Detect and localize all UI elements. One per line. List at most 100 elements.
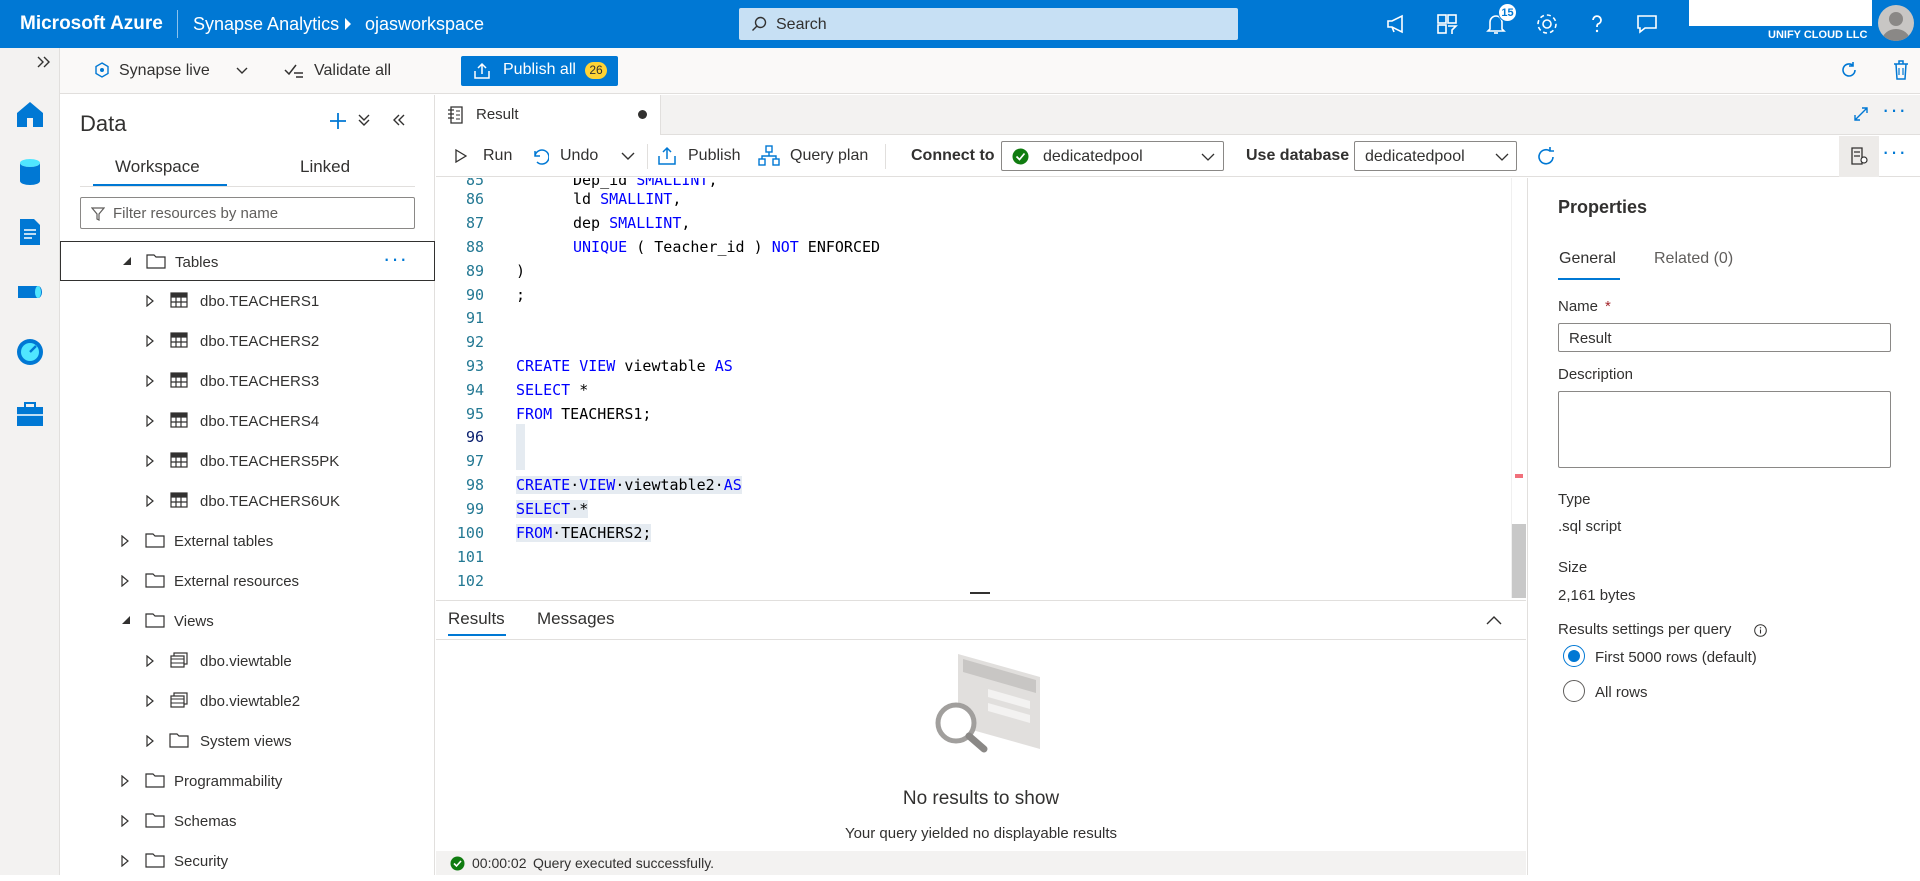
undo-button[interactable]: Undo xyxy=(560,147,598,165)
refresh-databases-icon[interactable] xyxy=(1535,146,1557,168)
collapsed-caret-icon[interactable] xyxy=(146,335,154,347)
undo-dropdown-chevron-icon[interactable] xyxy=(621,152,635,161)
properties-toggle-button[interactable] xyxy=(1839,136,1879,177)
develop-document-icon[interactable] xyxy=(14,216,46,248)
tree-item-tables[interactable]: Tables ··· xyxy=(60,241,435,281)
tree-item-external-tables[interactable]: External tables xyxy=(60,521,435,561)
tab-linked[interactable]: Linked xyxy=(300,157,350,177)
integrate-pipeline-icon[interactable] xyxy=(14,276,46,308)
validate-all-button[interactable]: Validate all xyxy=(314,62,391,80)
tree-label: Schemas xyxy=(174,813,237,830)
tree-item-table[interactable]: dbo.TEACHERS5PK xyxy=(60,441,435,481)
account-name-redacted[interactable] xyxy=(1689,0,1872,26)
tree-item-table[interactable]: dbo.TEACHERS4 xyxy=(60,401,435,441)
breadcrumb-workspace[interactable]: ojasworkspace xyxy=(365,14,484,35)
radio-first-5000-rows[interactable] xyxy=(1563,645,1585,667)
collapse-all-chevrons-icon[interactable] xyxy=(357,113,371,127)
help-icon[interactable] xyxy=(1583,10,1611,38)
avatar[interactable] xyxy=(1878,5,1914,41)
option-first-5000-rows[interactable]: First 5000 rows (default) xyxy=(1595,649,1757,666)
name-input[interactable]: Result xyxy=(1558,323,1891,352)
directory-filter-icon[interactable] xyxy=(1433,10,1461,38)
table-icon xyxy=(170,412,188,428)
tree-item-table[interactable]: dbo.TEACHERS2 xyxy=(60,321,435,361)
home-icon[interactable] xyxy=(14,98,46,130)
collapsed-caret-icon[interactable] xyxy=(146,415,154,427)
collapsed-caret-icon[interactable] xyxy=(146,455,154,467)
tab-messages[interactable]: Messages xyxy=(537,609,614,629)
connect-to-dropdown[interactable]: dedicatedpool xyxy=(1001,141,1224,171)
maximize-icon[interactable] xyxy=(1853,106,1869,122)
announcement-icon[interactable] xyxy=(1383,10,1411,38)
search-input[interactable]: Search xyxy=(739,8,1238,40)
editor-more-icon[interactable]: ··· xyxy=(1882,139,1907,165)
more-options-icon[interactable]: ··· xyxy=(383,246,408,272)
expand-rail-icon[interactable] xyxy=(37,56,51,68)
publish-button[interactable]: Publish xyxy=(688,147,740,165)
tree-label: dbo.TEACHERS1 xyxy=(200,293,320,310)
tree-item-table[interactable]: dbo.TEACHERS1 xyxy=(60,281,435,321)
tree-item-security[interactable]: Security xyxy=(60,841,435,881)
use-database-dropdown[interactable]: dedicatedpool xyxy=(1354,141,1517,171)
live-mode-chevron-down-icon[interactable] xyxy=(236,67,248,75)
collapsed-caret-icon[interactable] xyxy=(121,775,129,787)
tree-item-system-views[interactable]: System views xyxy=(60,721,435,761)
collapsed-caret-icon[interactable] xyxy=(121,855,129,867)
refresh-icon[interactable] xyxy=(1839,60,1859,80)
editor-scrollbar[interactable] xyxy=(1511,178,1526,598)
sql-code-editor[interactable]: 85 Dep_id SMALLINT, 86 ld SMALLINT, 87 d… xyxy=(436,178,1526,600)
synapse-live-label[interactable]: Synapse live xyxy=(119,62,210,80)
tab-related[interactable]: Related (0) xyxy=(1654,250,1733,268)
tab-workspace[interactable]: Workspace xyxy=(115,157,200,177)
info-icon[interactable] xyxy=(1754,624,1767,637)
collapsed-caret-icon[interactable] xyxy=(146,735,154,747)
collapse-pane-icon[interactable] xyxy=(392,113,406,127)
folder-icon xyxy=(145,533,165,548)
collapsed-caret-icon[interactable] xyxy=(146,295,154,307)
data-database-icon[interactable] xyxy=(14,156,46,188)
publish-upload-icon xyxy=(658,146,676,165)
breadcrumb-synapse[interactable]: Synapse Analytics xyxy=(193,14,339,35)
tab-more-icon[interactable]: ··· xyxy=(1882,97,1907,123)
tab-general[interactable]: General xyxy=(1559,250,1616,268)
collapsed-caret-icon[interactable] xyxy=(146,655,154,667)
option-all-rows[interactable]: All rows xyxy=(1595,684,1648,701)
scrollbar-thumb[interactable] xyxy=(1512,524,1526,598)
description-textarea[interactable] xyxy=(1558,391,1891,468)
expanded-caret-icon[interactable] xyxy=(122,256,132,266)
publish-all-button[interactable]: Publish all 26 xyxy=(461,56,618,86)
collapsed-caret-icon[interactable] xyxy=(146,375,154,387)
collapse-results-chevron-up-icon[interactable] xyxy=(1486,615,1502,625)
settings-gear-icon[interactable] xyxy=(1533,10,1561,38)
filter-resources-input[interactable]: Filter resources by name xyxy=(80,197,415,229)
tab-results[interactable]: Results xyxy=(448,609,505,629)
expanded-caret-icon[interactable] xyxy=(121,615,131,625)
tree-item-schemas[interactable]: Schemas xyxy=(60,801,435,841)
tree-item-programmability[interactable]: Programmability xyxy=(60,761,435,801)
tree-item-view[interactable]: dbo.viewtable xyxy=(60,641,435,681)
splitter-handle[interactable] xyxy=(970,592,990,594)
collapsed-caret-icon[interactable] xyxy=(121,575,129,587)
add-resource-plus-icon[interactable] xyxy=(328,111,348,131)
query-plan-button[interactable]: Query plan xyxy=(790,147,868,165)
manage-toolbox-icon[interactable] xyxy=(14,398,46,430)
collapsed-caret-icon[interactable] xyxy=(121,815,129,827)
radio-all-rows[interactable] xyxy=(1563,680,1585,702)
collapsed-caret-icon[interactable] xyxy=(146,495,154,507)
monitor-gauge-icon[interactable] xyxy=(14,336,46,368)
azure-brand[interactable]: Microsoft Azure xyxy=(20,13,163,35)
discard-trash-icon[interactable] xyxy=(1891,59,1911,81)
feedback-icon[interactable] xyxy=(1633,10,1661,38)
tree-item-table[interactable]: dbo.TEACHERS6UK xyxy=(60,481,435,521)
collapsed-caret-icon[interactable] xyxy=(146,695,154,707)
run-button[interactable]: Run xyxy=(483,147,512,165)
tree-item-table[interactable]: dbo.TEACHERS3 xyxy=(60,361,435,401)
query-plan-icon xyxy=(758,145,780,166)
tenant-name[interactable]: UNIFY CLOUD LLC xyxy=(1768,29,1867,41)
data-explorer-pane: Data Workspace Linked Filter resources b… xyxy=(60,95,435,875)
tab-result-script[interactable]: Result xyxy=(436,95,661,135)
collapsed-caret-icon[interactable] xyxy=(121,535,129,547)
tree-item-views[interactable]: Views xyxy=(60,601,435,641)
tree-item-view[interactable]: dbo.viewtable2 xyxy=(60,681,435,721)
tree-item-external-resources[interactable]: External resources xyxy=(60,561,435,601)
